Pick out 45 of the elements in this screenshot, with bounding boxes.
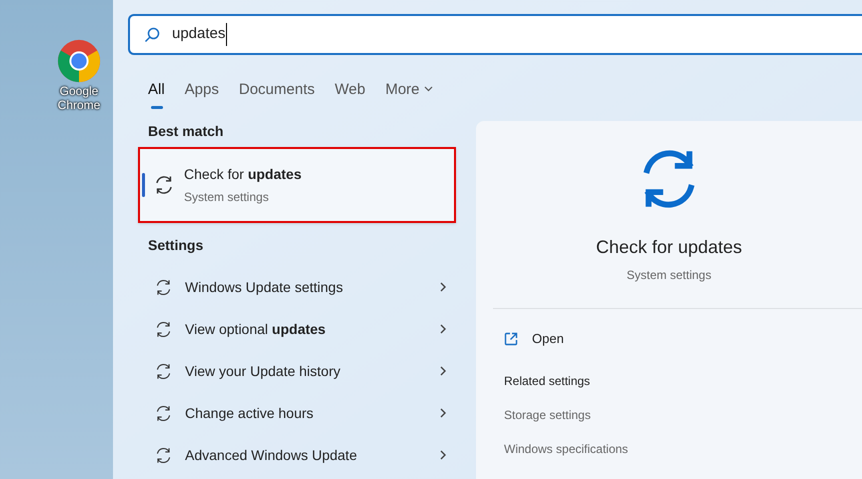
sync-icon <box>153 174 175 196</box>
external-link-icon <box>504 332 518 346</box>
filter-tab[interactable]: Apps <box>184 79 219 111</box>
chevron-right-icon <box>439 365 447 377</box>
sync-icon <box>154 446 173 464</box>
result-title: Windows Update settings <box>185 278 344 297</box>
details-title: Check for updates <box>596 236 742 259</box>
chevron-right-icon <box>439 449 447 461</box>
open-action[interactable]: Open <box>504 329 564 348</box>
settings-result[interactable]: Change active hours <box>138 392 456 434</box>
chevron-right-icon <box>439 281 447 293</box>
filter-tab[interactable]: All <box>148 79 165 111</box>
settings-result[interactable]: View your Update history <box>138 350 456 392</box>
search-icon <box>144 26 160 42</box>
related-setting-link[interactable]: Storage settings <box>504 406 591 424</box>
filter-tab[interactable]: Web <box>334 79 366 111</box>
chevron-right-icon <box>439 407 447 419</box>
browser-logo-icon <box>56 38 102 84</box>
sync-icon <box>154 278 173 296</box>
filter-tab[interactable]: Documents <box>238 79 315 111</box>
related-heading: Related settings <box>504 372 592 390</box>
filter-tab[interactable]: More <box>385 79 433 111</box>
best-match-result[interactable]: Check for updates System settings <box>138 147 456 223</box>
result-title: View your Update history <box>185 362 342 381</box>
result-subtitle: System settings <box>184 189 270 206</box>
selected-tab-indicator <box>151 106 163 109</box>
sync-icon <box>154 362 173 380</box>
search-field[interactable]: updates <box>128 14 862 55</box>
settings-result[interactable]: View optional updates <box>138 308 456 350</box>
search-input-text: updates <box>172 23 228 46</box>
section-heading: Best match <box>148 122 224 141</box>
chevron-right-icon <box>439 323 447 335</box>
sync-icon <box>154 320 173 338</box>
result-title: Check for updates <box>184 165 302 184</box>
desktop-shortcut-label: Google Chrome <box>56 84 102 112</box>
details-subtitle: System settings <box>626 267 712 284</box>
selection-accent-bar <box>142 173 145 197</box>
related-setting-link[interactable]: Windows specifications <box>504 440 628 458</box>
settings-result[interactable]: Advanced Windows Update <box>138 434 456 476</box>
section-heading: Settings <box>148 236 204 255</box>
sync-icon <box>154 404 173 422</box>
settings-result[interactable]: Windows Update settings <box>138 266 456 308</box>
result-title: View optional updates <box>185 320 327 339</box>
result-title: Advanced Windows Update <box>185 446 358 465</box>
result-title: Change active hours <box>185 404 314 423</box>
